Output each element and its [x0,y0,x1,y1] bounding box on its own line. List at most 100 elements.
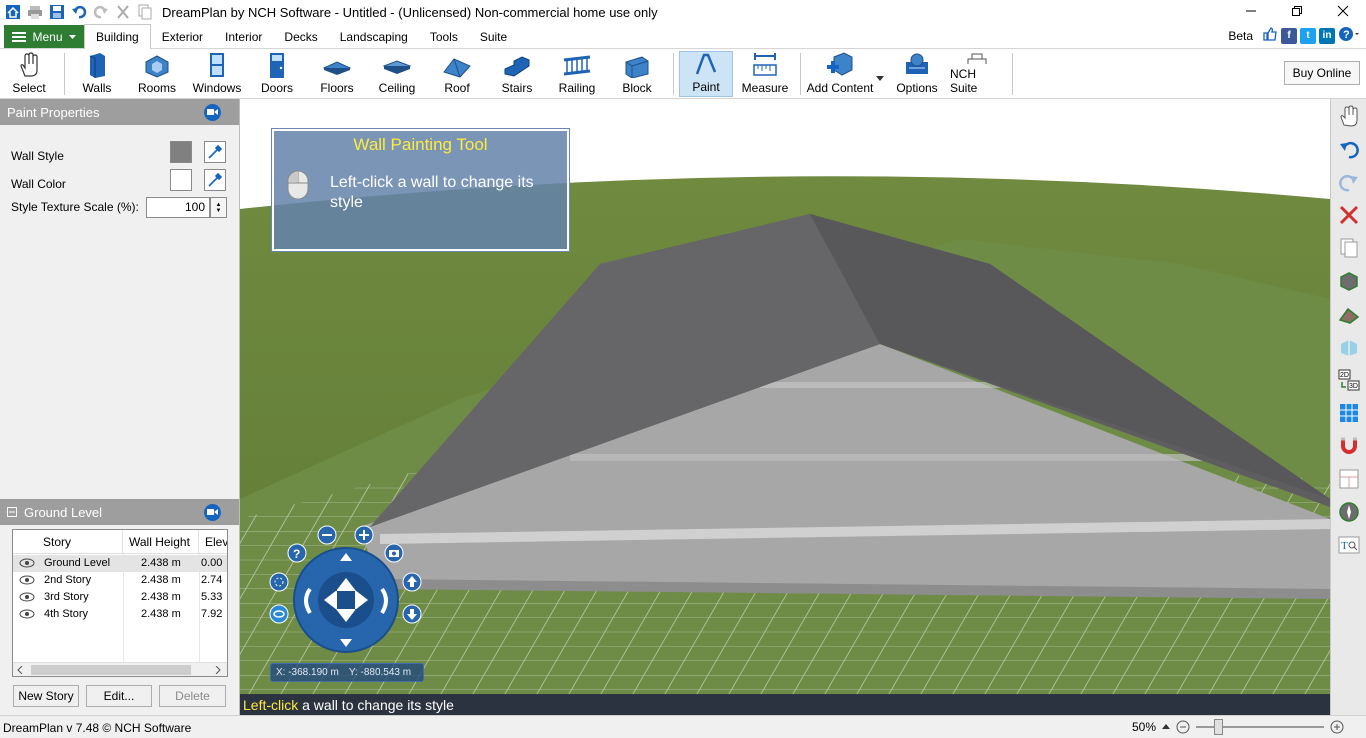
wall-color-eyedropper[interactable] [204,169,226,191]
stairs-tool-button[interactable]: Stairs [494,51,540,97]
column-header-wall-height[interactable]: Wall Height [123,530,199,554]
chevron-left-icon[interactable] [17,666,23,674]
column-header-elevation[interactable]: Eleva [199,530,227,554]
pan-button[interactable] [1336,103,1362,129]
wall-style-swatch[interactable] [170,141,192,163]
tab-decks[interactable]: Decks [273,25,328,48]
add-content-button[interactable]: Add Content [806,51,874,97]
copy-icon [1340,238,1358,258]
roof-tool-button[interactable]: Roof [434,51,480,97]
menu-button[interactable]: Menu [4,25,84,48]
wall-color-swatch[interactable] [170,169,192,191]
tab-suite[interactable]: Suite [469,25,518,48]
stories-header: Ground Level [0,499,239,525]
print-icon[interactable] [26,3,44,21]
facebook-icon[interactable]: f [1281,27,1297,44]
video-tutorial-icon[interactable] [204,503,221,521]
zoom-in-icon[interactable] [1330,720,1344,734]
help-icon[interactable]: ? [1338,26,1360,45]
zoom-slider[interactable] [1196,719,1325,735]
copy-button[interactable] [1336,235,1362,261]
horizontal-scrollbar[interactable] [13,662,227,676]
eye-icon[interactable] [19,609,35,619]
linkedin-icon[interactable]: in [1319,27,1335,44]
nch-suite-button[interactable]: NCH Suite [950,51,1006,97]
scrollbar-thumb[interactable] [31,665,191,675]
eye-icon[interactable] [19,575,35,585]
copy-icon[interactable] [136,3,154,21]
windows-tool-button[interactable]: Windows [192,51,242,97]
walls-tool-button[interactable]: Walls [74,51,120,97]
chevron-right-icon[interactable] [215,666,221,674]
paint-tool-button[interactable]: Paint [679,51,733,97]
hint-text: a wall to change its style [298,696,454,713]
app-house-icon[interactable] [4,3,22,21]
tab-exterior[interactable]: Exterior [151,25,214,48]
cut-icon[interactable] [114,3,132,21]
select-tool-button[interactable]: Select [6,51,52,97]
compass-button[interactable] [1336,499,1362,525]
measure-tool-button[interactable]: Measure [740,51,790,97]
texture-scale-stepper[interactable]: ▲ ▼ [210,197,227,218]
eye-icon[interactable] [19,558,35,568]
new-story-button[interactable]: New Story [13,685,79,707]
chevron-up-icon[interactable] [1162,724,1171,730]
view-toolbar: 2D 3D T [1330,99,1366,715]
wall-style-eyedropper[interactable] [204,141,226,163]
table-row[interactable]: 2nd Story 2.438 m 2.74 [13,572,227,589]
undo-icon[interactable] [70,3,88,21]
magnet-icon [1341,437,1357,454]
redo-view-button[interactable] [1336,169,1362,195]
restore-button[interactable] [1274,0,1320,22]
floors-tool-button[interactable]: Floors [314,51,360,97]
buy-online-button[interactable]: Buy Online [1284,61,1360,85]
video-tutorial-icon[interactable] [204,103,221,121]
floor-plan-button[interactable] [1336,466,1362,492]
tab-landscaping[interactable]: Landscaping [329,25,419,48]
block-tool-button[interactable]: Block [614,51,660,97]
collapse-icon[interactable] [7,507,17,517]
doors-tool-button[interactable]: Doors [254,51,300,97]
add-content-dropdown[interactable] [874,51,886,97]
twitter-icon[interactable]: t [1300,27,1316,44]
terrain-button[interactable] [1336,301,1362,327]
materials-button[interactable] [1336,334,1362,360]
zoom-out-icon[interactable] [1176,720,1190,734]
minimize-button[interactable] [1228,0,1274,22]
save-icon[interactable] [48,3,66,21]
snap-magnet-button[interactable] [1336,433,1362,459]
paint-properties-title: Paint Properties [7,104,100,120]
2d-3d-toggle-button[interactable]: 2D 3D [1336,367,1362,393]
texture-scale-input[interactable]: 100 [146,197,210,218]
undo-view-button[interactable] [1336,136,1362,162]
wall-color-label: Wall Color [11,177,66,191]
redo-icon[interactable] [92,3,110,21]
tab-building[interactable]: Building [84,24,151,49]
text-search-button[interactable]: T [1336,532,1362,558]
rooms-tool-button[interactable]: Rooms [134,51,180,97]
edit-story-button[interactable]: Edit... [86,685,152,707]
zoom-level[interactable]: 50% [1132,720,1156,734]
paint-properties-header: Paint Properties [0,99,239,125]
table-row[interactable]: 3rd Story 2.438 m 5.33 [13,589,227,606]
table-row[interactable]: 4th Story 2.438 m 7.92 [13,606,227,623]
close-window-button[interactable] [1320,0,1366,22]
delete-button[interactable] [1336,202,1362,228]
options-button[interactable]: Options [894,51,940,97]
column-header-story[interactable]: Story [13,530,123,554]
box-view-button[interactable] [1336,268,1362,294]
3d-viewport[interactable]: Wall Painting Tool Left-click a wall to … [240,99,1330,694]
delete-story-button[interactable]: Delete [159,685,226,707]
navigation-control[interactable]: ? [264,523,454,653]
story-wall-height: 2.438 m [141,591,181,603]
table-row[interactable]: Ground Level 2.438 m 0.00 [13,555,227,572]
railing-tool-button[interactable]: Railing [554,51,600,97]
tab-tools[interactable]: Tools [419,25,469,48]
railing-icon [563,55,591,76]
eye-icon[interactable] [19,592,35,602]
thumbs-up-icon[interactable] [1262,26,1278,45]
tab-interior[interactable]: Interior [214,25,273,48]
grid-toggle-button[interactable] [1336,400,1362,426]
ceiling-tool-button[interactable]: Ceiling [374,51,420,97]
zoom-slider-thumb[interactable] [1214,719,1224,735]
